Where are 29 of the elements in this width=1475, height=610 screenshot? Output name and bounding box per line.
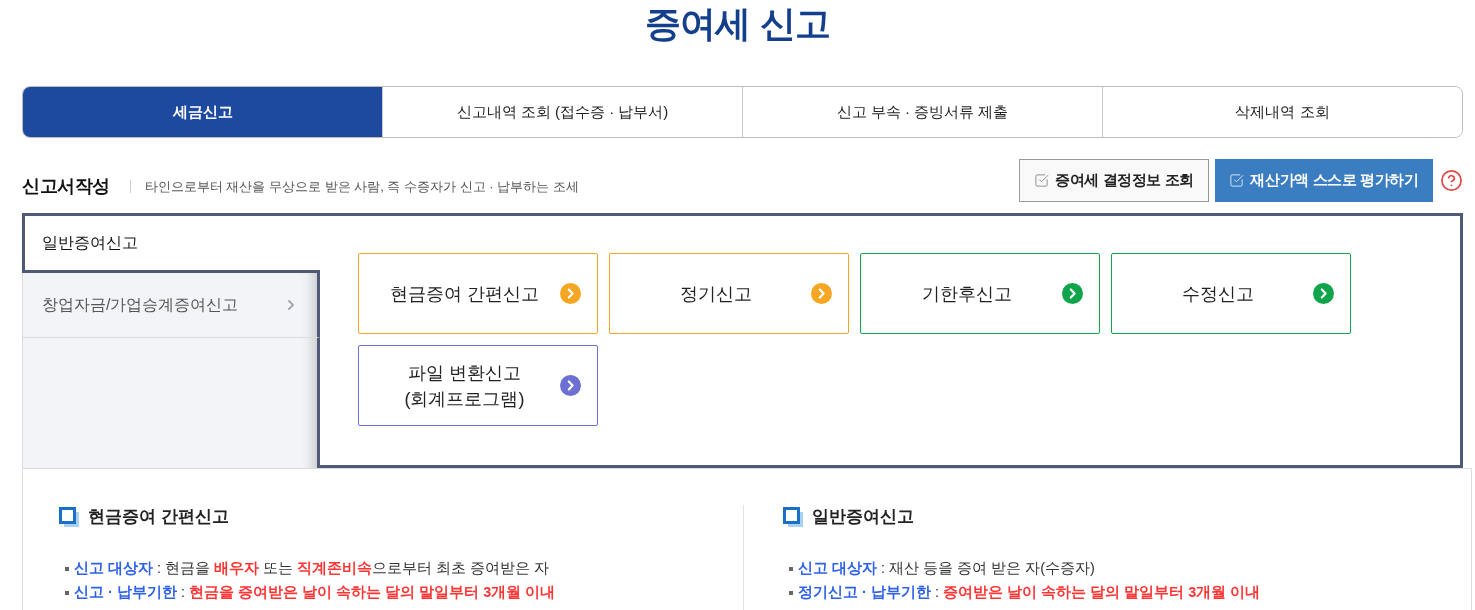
filing-card[interactable]: 기한후신고 bbox=[860, 253, 1100, 334]
side-menu-item[interactable]: 창업자금/가업승계증여신고 bbox=[22, 273, 320, 338]
bullet-icon bbox=[65, 591, 69, 595]
tab[interactable]: 세금신고 bbox=[23, 87, 382, 137]
filing-card[interactable]: 수정신고 bbox=[1111, 253, 1351, 334]
section-title: 신고서작성 bbox=[22, 175, 110, 198]
help-icon[interactable] bbox=[1440, 169, 1463, 192]
bullet-icon bbox=[789, 567, 793, 571]
filing-card[interactable]: 현금증여 간편신고 bbox=[358, 253, 598, 334]
info-text: 신고 · 납부기한 : 현금을 증여받은 날이 속하는 달의 말일부터 3개월 이내 bbox=[74, 583, 556, 603]
info-text: 신고 대상자 : 재산 등을 증여 받은 자(수증자) bbox=[798, 559, 1095, 579]
tab[interactable]: 삭제내역 조회 bbox=[1102, 87, 1462, 137]
bullet-icon bbox=[789, 591, 793, 595]
action-button[interactable]: 재산가액 스스로 평가하기 bbox=[1215, 159, 1433, 202]
info-heading: 일반증여신고 bbox=[812, 506, 914, 529]
square-icon bbox=[783, 507, 803, 527]
side-menu-item[interactable]: 일반증여신고 bbox=[22, 213, 320, 273]
info-heading: 현금증여 간편신고 bbox=[88, 506, 229, 529]
checkbox-icon bbox=[1033, 173, 1049, 188]
filing-card[interactable]: 파일 변환신고 (회계프로그램) bbox=[358, 345, 598, 426]
info-text: 정기신고 · 납부기한 : 증여받은 날이 속하는 달의 말일부터 3개월 이내 bbox=[798, 583, 1261, 603]
info-text: 신고 대상자 : 현금을 배우자 또는 직계존비속으로부터 최초 증여받은 자 bbox=[74, 559, 550, 579]
bullet-icon bbox=[65, 567, 69, 571]
page-title: 증여세 신고 bbox=[645, 2, 830, 46]
checkbox-icon bbox=[1229, 173, 1245, 188]
filing-card[interactable]: 정기신고 bbox=[609, 253, 849, 334]
square-icon bbox=[59, 507, 79, 527]
section-description: 타인으로부터 재산을 무상으로 받은 사람, 즉 수증자가 신고 · 납부하는 조세 bbox=[144, 177, 579, 196]
action-button[interactable]: 증여세 결정정보 조회 bbox=[1019, 159, 1209, 202]
